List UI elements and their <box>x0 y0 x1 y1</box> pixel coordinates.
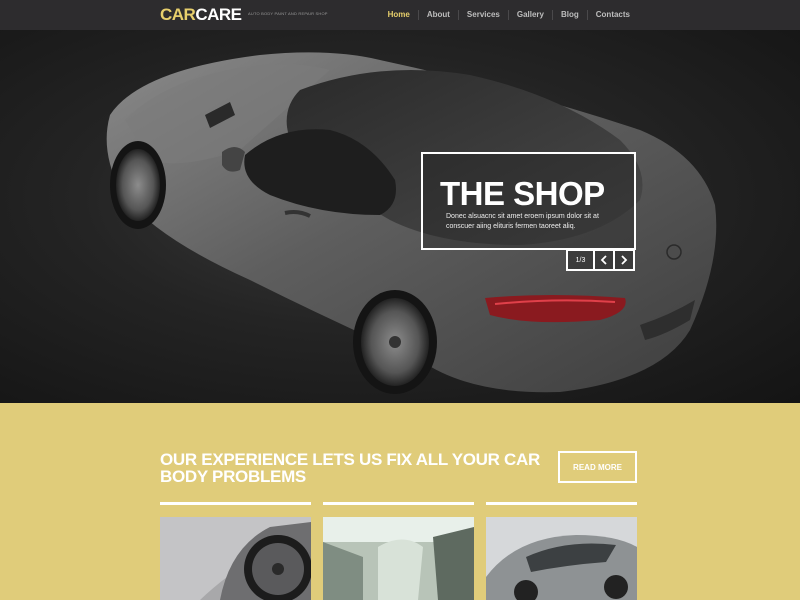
gallery-thumb-wheel[interactable] <box>160 517 311 600</box>
slide-caption-box: THE SHOP Donec alsuacnc sit amet eroem i… <box>421 152 636 250</box>
slider-next-button[interactable] <box>613 249 635 271</box>
column-divider <box>486 502 637 505</box>
slide-title: THE SHOP <box>440 175 605 212</box>
nav-item-home[interactable]: Home <box>380 10 418 20</box>
slide-description: Donec alsuacnc sit amet eroem ipsum dolo… <box>446 213 599 230</box>
silver-sports-car-photo <box>486 517 637 600</box>
main-nav: Home About Services Gallery Blog Contact… <box>380 0 638 30</box>
section-heading: OUR EXPERIENCE LETS US FIX ALL YOUR CAR … <box>160 450 540 486</box>
logo-car-text: CAR <box>160 5 196 24</box>
nav-item-blog[interactable]: Blog <box>551 10 587 20</box>
logo[interactable]: CARCARE <box>160 5 242 25</box>
site-header: CARCARE AUTO BODY PAINT AND REPAIR SHOP … <box>0 0 800 30</box>
car-wheel-side-photo <box>160 517 311 600</box>
chevron-right-icon <box>621 255 628 265</box>
slider-controls: 1/3 <box>566 249 635 271</box>
logo-care-text: CARE <box>195 5 242 24</box>
gallery-thumb-interior[interactable] <box>323 517 474 600</box>
column-divider <box>323 502 474 505</box>
column-divider <box>160 502 311 505</box>
slide-counter: 1/3 <box>566 249 595 271</box>
chevron-left-icon <box>600 255 607 265</box>
hero-slider: THE SHOP Donec alsuacnc sit amet eroem i… <box>0 30 800 403</box>
gallery-thumb-sportscar[interactable] <box>486 517 637 600</box>
hero-car-image <box>106 52 717 394</box>
nav-item-about[interactable]: About <box>417 10 458 20</box>
car-interior-seat-photo <box>323 517 474 600</box>
slider-prev-button[interactable] <box>593 249 615 271</box>
site-tagline: AUTO BODY PAINT AND REPAIR SHOP <box>248 11 328 16</box>
nav-item-gallery[interactable]: Gallery <box>507 10 552 20</box>
nav-item-contacts[interactable]: Contacts <box>586 10 638 20</box>
read-more-button[interactable]: READ MORE <box>558 451 637 483</box>
nav-item-services[interactable]: Services <box>457 10 508 20</box>
